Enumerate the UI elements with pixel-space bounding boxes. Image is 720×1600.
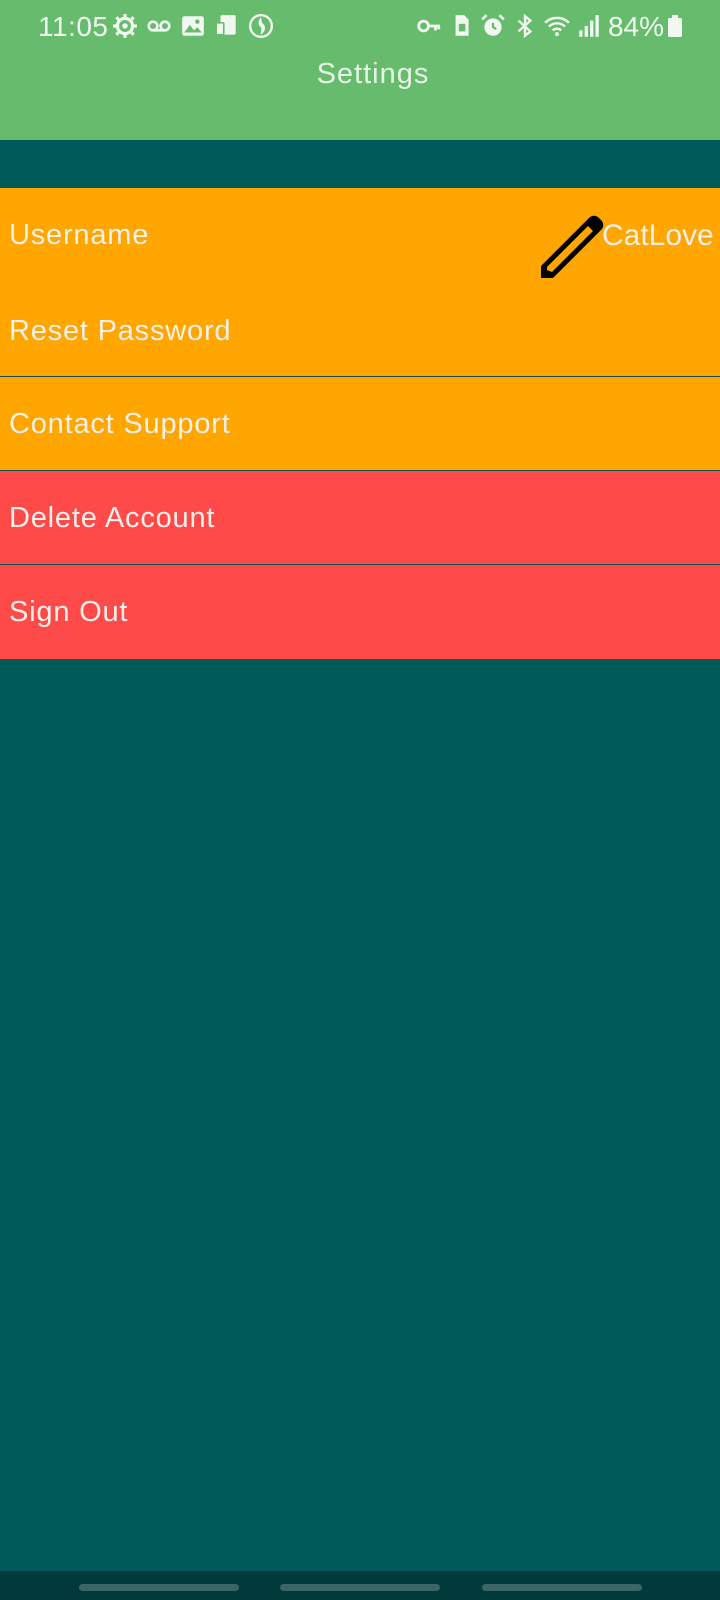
username-value: CatLove (602, 219, 714, 252)
nav-home-button[interactable] (280, 1584, 440, 1591)
settings-screen: 11:05 84% Settings Username CatLove Rese… (0, 0, 720, 1600)
wifi-icon (544, 16, 570, 37)
status-left-icons (112, 12, 274, 40)
edit-username-button[interactable] (535, 208, 611, 284)
reset-password-button[interactable]: Reset Password (0, 283, 720, 377)
gear-icon (113, 14, 137, 38)
alarm-icon (481, 14, 505, 36)
page-title: Settings (316, 58, 430, 90)
globe-icon (248, 13, 274, 39)
status-time: 11:05 (38, 11, 109, 42)
username-row: Username CatLove (0, 188, 720, 283)
settings-list: Username CatLove Reset Password Contact … (0, 188, 720, 659)
pencil-icon (541, 215, 604, 278)
sign-out-label: Sign Out (9, 596, 129, 628)
battery-icon (668, 15, 682, 37)
nav-recents-button[interactable] (79, 1584, 239, 1591)
battery-percent: 84% (607, 11, 664, 42)
signal-icon (579, 15, 599, 37)
bluetooth-icon (517, 13, 533, 39)
sim-icon (455, 15, 469, 36)
nav-back-button[interactable] (482, 1584, 642, 1591)
delete-account-button[interactable]: Delete Account (0, 471, 720, 565)
key-icon (417, 19, 441, 33)
contact-support-label: Contact Support (9, 408, 231, 440)
sign-out-button[interactable]: Sign Out (0, 565, 720, 659)
delete-account-label: Delete Account (9, 502, 216, 534)
app-bar: 11:05 84% Settings (0, 0, 720, 140)
status-bar: 11:05 84% (0, 0, 720, 56)
voicemail-icon (147, 20, 171, 32)
image-icon (182, 16, 204, 36)
system-nav-bar (0, 1571, 720, 1600)
reset-password-label: Reset Password (9, 315, 232, 347)
status-right-icons (416, 12, 602, 40)
contact-support-button[interactable]: Contact Support (0, 377, 720, 471)
username-label: Username (9, 219, 150, 251)
tablet-icon (215, 15, 236, 36)
